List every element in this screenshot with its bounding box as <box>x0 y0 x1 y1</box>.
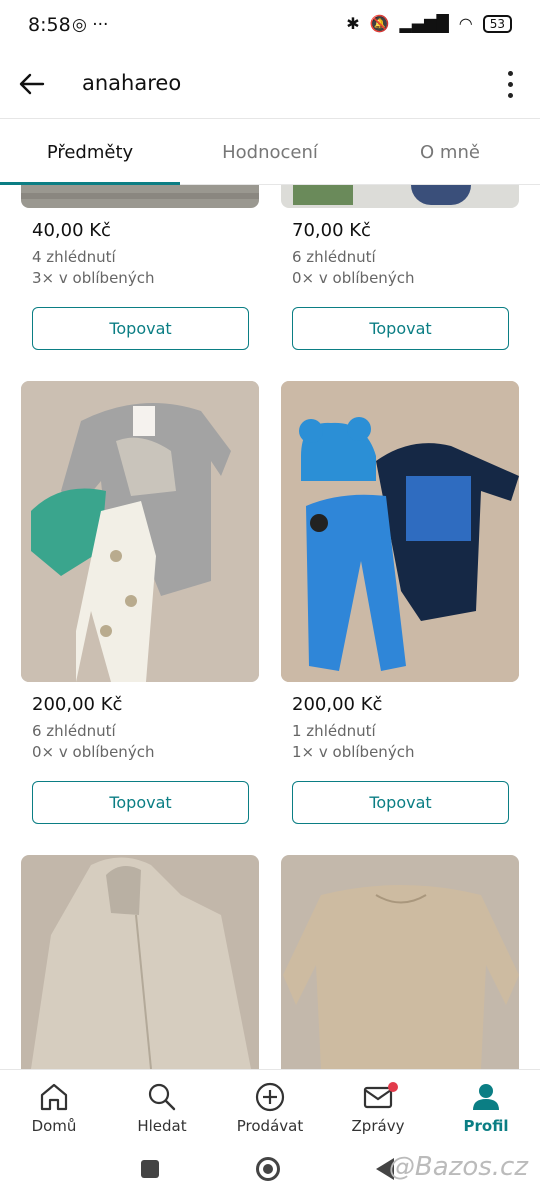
item-card[interactable]: 200,00 Kč 6 zhlédnutí 0× v oblíbených To… <box>21 381 259 824</box>
item-card[interactable] <box>21 855 259 1069</box>
notification-icons: ◎ ··· <box>72 15 109 35</box>
nav-search[interactable]: Hledat <box>108 1070 216 1150</box>
nav-sell[interactable]: Prodávat <box>216 1070 324 1150</box>
item-price: 200,00 Kč <box>292 694 383 715</box>
item-card[interactable]: 200,00 Kč 1 zhlédnutí 1× v oblíbených To… <box>281 381 519 824</box>
system-navigation: @Bazos.cz <box>0 1150 540 1200</box>
item-photo[interactable] <box>281 185 519 208</box>
search-icon <box>148 1083 176 1111</box>
sweater-image <box>281 855 519 1069</box>
item-views: 6 zhlédnutí <box>292 248 376 266</box>
item-photo[interactable] <box>21 185 259 208</box>
item-favorites: 0× v oblíbených <box>32 743 155 761</box>
baby-clothes-image <box>21 381 259 682</box>
nav-profile[interactable]: Profil <box>432 1070 540 1150</box>
back-button[interactable] <box>14 66 50 102</box>
baby-clothes-image <box>281 381 519 682</box>
profile-tabs: Předměty Hodnocení O mně <box>0 120 540 185</box>
status-bar: 8:58 ◎ ··· ✱ 🔕 ▂▄▆█ ◠ 53 <box>0 0 540 52</box>
tab-hodnoceni[interactable]: Hodnocení <box>180 120 360 184</box>
nav-messages-label: Zprávy <box>351 1117 405 1135</box>
item-card[interactable] <box>281 855 519 1069</box>
item-favorites: 3× v oblíbených <box>32 269 155 287</box>
topovat-button[interactable]: Topovat <box>292 307 509 350</box>
nav-sell-label: Prodávat <box>236 1117 304 1135</box>
nav-home-label: Domů <box>31 1117 77 1135</box>
nav-messages[interactable]: Zprávy <box>324 1070 432 1150</box>
nav-home[interactable]: Domů <box>0 1070 108 1150</box>
signal-icon: ▂▄▆█ <box>399 14 449 33</box>
nav-search-label: Hledat <box>137 1117 187 1135</box>
topovat-button[interactable]: Topovat <box>292 781 509 824</box>
recent-apps-button[interactable] <box>141 1160 159 1178</box>
tab-predmety[interactable]: Předměty <box>0 120 180 184</box>
item-favorites: 0× v oblíbených <box>292 269 415 287</box>
item-photo[interactable] <box>281 855 519 1069</box>
mute-icon: 🔕 <box>369 14 390 33</box>
nav-profile-label: Profil <box>463 1117 509 1135</box>
item-card[interactable]: 40,00 Kč 4 zhlédnutí 3× v oblíbených Top… <box>21 185 259 350</box>
arrow-left-icon <box>19 73 45 95</box>
wifi-icon: ◠ <box>458 14 473 33</box>
item-views: 1 zhlédnutí <box>292 722 376 740</box>
item-photo[interactable] <box>21 381 259 682</box>
cardigan-image <box>21 855 259 1069</box>
item-price: 40,00 Kč <box>32 220 111 241</box>
more-menu-button[interactable] <box>498 66 522 102</box>
item-price: 200,00 Kč <box>32 694 123 715</box>
item-price: 70,00 Kč <box>292 220 371 241</box>
tab-o-mne[interactable]: O mně <box>360 120 540 184</box>
topovat-button[interactable]: Topovat <box>32 781 249 824</box>
status-right-icons: ✱ 🔕 ▂▄▆█ ◠ 53 <box>346 14 512 33</box>
more-vertical-icon <box>507 70 513 76</box>
item-photo[interactable] <box>281 381 519 682</box>
watermark: @Bazos.cz <box>388 1152 528 1182</box>
bluetooth-icon: ✱ <box>346 14 360 33</box>
bottom-navigation: Domů Hledat Prodávat Zprávy Profil <box>0 1069 540 1150</box>
item-views: 6 zhlédnutí <box>32 722 116 740</box>
unread-badge <box>388 1082 398 1092</box>
home-button[interactable] <box>256 1157 280 1181</box>
item-card[interactable]: 70,00 Kč 6 zhlédnutí 0× v oblíbených Top… <box>281 185 519 350</box>
status-time: 8:58 <box>28 14 71 36</box>
topovat-button[interactable]: Topovat <box>32 307 249 350</box>
item-photo[interactable] <box>21 855 259 1069</box>
plus-circle-icon <box>255 1082 285 1112</box>
page-title: anahareo <box>82 71 182 95</box>
item-favorites: 1× v oblíbených <box>292 743 415 761</box>
items-grid: 40,00 Kč 4 zhlédnutí 3× v oblíbených Top… <box>0 185 540 1069</box>
person-icon <box>473 1084 499 1110</box>
battery-icon: 53 <box>482 14 512 33</box>
app-bar: anahareo <box>0 52 540 119</box>
home-icon <box>40 1083 68 1111</box>
item-views: 4 zhlédnutí <box>32 248 116 266</box>
